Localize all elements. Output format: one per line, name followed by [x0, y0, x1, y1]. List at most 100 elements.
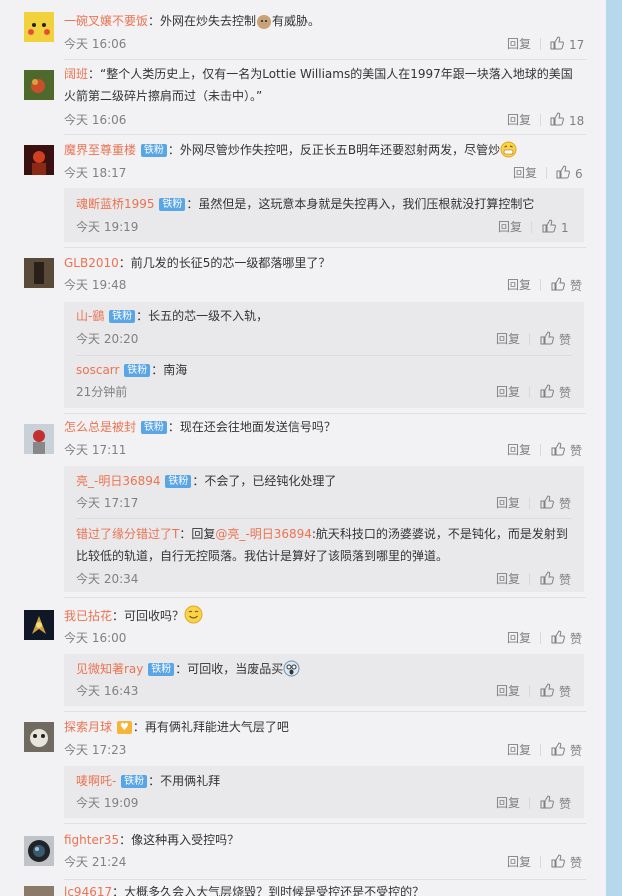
- action-separator: [540, 444, 541, 456]
- comment-text: ：“整个人类历史上，仅有一名为Lottie Williams的美国人在1997年…: [64, 67, 573, 103]
- comment-panel: 一碗叉嬢不要饭：外网在炒失去控制 有威胁。 今天 16:06 回复 17 阔班：“…: [0, 0, 606, 896]
- comment-time: 今天 17:17: [76, 496, 139, 510]
- username[interactable]: 魔界至尊重楼: [64, 143, 136, 157]
- reply-button[interactable]: 回复: [507, 36, 531, 52]
- sub-reply: soscarr 铁粉 ：南海 21分钟前 回复 赞: [76, 355, 572, 408]
- like-button[interactable]: 1: [542, 219, 569, 237]
- avatar[interactable]: [24, 722, 54, 752]
- like-count: 赞: [559, 797, 572, 811]
- avatar[interactable]: [24, 145, 54, 175]
- reply-button[interactable]: 回复: [496, 683, 520, 699]
- like-button[interactable]: 赞: [540, 571, 571, 589]
- reply-button[interactable]: 回复: [496, 795, 520, 811]
- comment-line: 魂断蓝桥1995 铁粉 ：虽然但是，这玩意本身就是失控再入，我们压根就没打算控制它: [76, 194, 534, 214]
- like-button[interactable]: 6: [556, 165, 583, 183]
- like-button[interactable]: 赞: [551, 442, 582, 460]
- reply-button[interactable]: 回复: [507, 854, 531, 870]
- comment-line: fighter35：像这种再入受控吗？: [64, 830, 239, 850]
- reply-button[interactable]: 回复: [513, 165, 537, 181]
- username[interactable]: 阔班: [64, 67, 88, 81]
- username[interactable]: 山-鷂: [76, 309, 104, 323]
- thumbs-up-icon: [540, 495, 554, 513]
- reply-box: 亮_-明日36894 铁粉 ：不会了，已经钝化处理了 今天 17:17 回复 赞 …: [64, 466, 584, 592]
- username[interactable]: 见微知著ray: [76, 662, 143, 676]
- reply-button[interactable]: 回复: [496, 384, 520, 400]
- fan-badge: 铁粉: [109, 310, 136, 323]
- username[interactable]: 探索月球: [64, 720, 112, 734]
- fan-badge: 铁粉: [165, 475, 192, 488]
- thumbs-up-icon: [540, 331, 554, 349]
- avatar[interactable]: [24, 610, 54, 640]
- comment-divider: [64, 247, 586, 248]
- comment-time: 今天 18:17: [64, 166, 127, 180]
- like-button[interactable]: 18: [550, 112, 584, 130]
- comment-text: ：不用俩礼拜: [148, 774, 221, 788]
- reply-button[interactable]: 回复: [496, 331, 520, 347]
- reply-button[interactable]: 回复: [496, 571, 520, 587]
- sub-reply: 亮_-明日36894 铁粉 ：不会了，已经钝化处理了 今天 17:17 回复 赞: [76, 466, 572, 518]
- username[interactable]: lc94617: [64, 885, 112, 896]
- username[interactable]: 魂断蓝桥1995: [76, 197, 155, 211]
- reply-button[interactable]: 回复: [507, 630, 531, 646]
- avatar[interactable]: [24, 836, 54, 866]
- reply-button[interactable]: 回复: [507, 442, 531, 458]
- comment-time: 21分钟前: [76, 385, 128, 399]
- like-button[interactable]: 赞: [540, 795, 571, 813]
- avatar[interactable]: [24, 258, 54, 288]
- comment-line: 山-鷂 铁粉 ：长五的芯一级不入轨，: [76, 306, 268, 326]
- thumbs-up-icon: [540, 384, 554, 402]
- comment-text: ：虽然但是，这玩意本身就是失控再入，我们压根就没打算控制它: [186, 197, 535, 211]
- thumbs-up-icon: [542, 219, 556, 237]
- like-count: 赞: [559, 573, 572, 587]
- like-button[interactable]: 赞: [540, 683, 571, 701]
- comment-text: ：大概多久会入大气层烧毁？到时候是受控还是不受控的？: [112, 885, 425, 896]
- comment-time: 今天 19:09: [76, 796, 139, 810]
- comment-line: 错过了缘分错过了T：回复@亮_-明日36894:航天科技口的汤婆婆说，不是钝化，…: [76, 523, 572, 567]
- username[interactable]: 一碗叉嬢不要饭: [64, 14, 148, 28]
- reply-box: 唛啊吒- 铁粉 ：不用俩礼拜 今天 19:09 回复 赞: [64, 766, 584, 818]
- reply-button[interactable]: 回复: [507, 277, 531, 293]
- comment-text: ：再有俩礼拜能进大气层了吧: [132, 720, 289, 734]
- comment-time: 今天 17:23: [64, 743, 127, 757]
- like-count: 6: [575, 167, 583, 181]
- username[interactable]: GLB2010: [64, 256, 119, 270]
- action-separator: [540, 744, 541, 756]
- action-separator: [540, 279, 541, 291]
- comment-line: 探索月球 ♥ ：再有俩礼拜能进大气层了吧: [64, 717, 289, 737]
- reply-button[interactable]: 回复: [496, 495, 520, 511]
- like-button[interactable]: 赞: [551, 277, 582, 295]
- avatar[interactable]: [24, 424, 54, 454]
- reply-button[interactable]: 回复: [507, 742, 531, 758]
- action-separator: [540, 632, 541, 644]
- username[interactable]: 错过了缘分错过了T: [76, 527, 179, 541]
- avatar[interactable]: [24, 70, 54, 100]
- username[interactable]: soscarr: [76, 363, 119, 377]
- like-count: 赞: [559, 333, 572, 347]
- mention-link[interactable]: @亮_-明日36894: [215, 527, 312, 541]
- avatar[interactable]: [24, 886, 54, 896]
- action-separator: [531, 221, 532, 233]
- avatar[interactable]: [24, 12, 54, 42]
- like-button[interactable]: 赞: [551, 630, 582, 648]
- reply-button[interactable]: 回复: [507, 112, 531, 128]
- comment-time: 今天 20:34: [76, 572, 139, 586]
- like-button[interactable]: 赞: [540, 384, 571, 402]
- fan-badge: 铁粉: [124, 364, 151, 377]
- reply-button[interactable]: 回复: [498, 219, 522, 235]
- username[interactable]: 唛啊吒-: [76, 774, 116, 788]
- comment-text: ：不会了，已经钝化处理了: [192, 474, 337, 488]
- username[interactable]: fighter35: [64, 833, 119, 847]
- like-count: 赞: [559, 685, 572, 699]
- like-button[interactable]: 赞: [551, 854, 582, 872]
- username[interactable]: 亮_-明日36894: [76, 474, 161, 488]
- username[interactable]: 我已拈花: [64, 609, 112, 623]
- like-button[interactable]: 赞: [551, 742, 582, 760]
- fan-badge: 铁粉: [148, 663, 175, 676]
- like-button[interactable]: 17: [550, 36, 584, 54]
- comment-text: ：长五的芯一级不入轨，: [136, 309, 269, 323]
- comment-line: 魔界至尊重楼 铁粉 ：外网尽管炒作失控吧，反正长五B明年还要怼射两发，尽管炒: [64, 140, 517, 164]
- username[interactable]: 怎么总是被封: [64, 420, 136, 434]
- comment-time: 今天 17:11: [64, 443, 127, 457]
- like-button[interactable]: 赞: [540, 495, 571, 513]
- like-button[interactable]: 赞: [540, 331, 571, 349]
